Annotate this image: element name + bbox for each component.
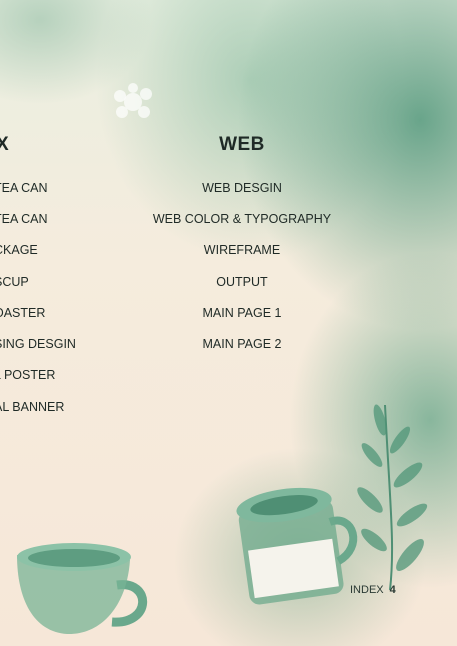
watercolor-background	[0, 0, 457, 646]
teacup-illustration	[17, 543, 148, 635]
web-column-item: MAIN PAGE 1	[202, 306, 282, 320]
page-footer: INDEX 4	[350, 584, 396, 596]
web-column-item: MAIN PAGE 2	[202, 337, 282, 351]
footer-label: INDEX	[350, 584, 384, 596]
left-column-item: L POSTER	[0, 368, 56, 382]
web-column-item: OUTPUT	[216, 275, 268, 289]
web-column-item: WEB DESGIN	[202, 181, 282, 195]
lace-flower-illustration	[114, 83, 152, 118]
page-number: 4	[389, 584, 396, 596]
web-column-item: WIREFRAME	[203, 243, 281, 257]
left-column-item: AL BANNER	[0, 400, 65, 414]
web-column-item: WEB COLOR & TYPOGRAPHY	[152, 212, 332, 226]
leaf-branch-illustration	[357, 404, 428, 591]
tea-can-illustration	[236, 487, 358, 605]
web-column-heading: WEB	[219, 134, 265, 155]
